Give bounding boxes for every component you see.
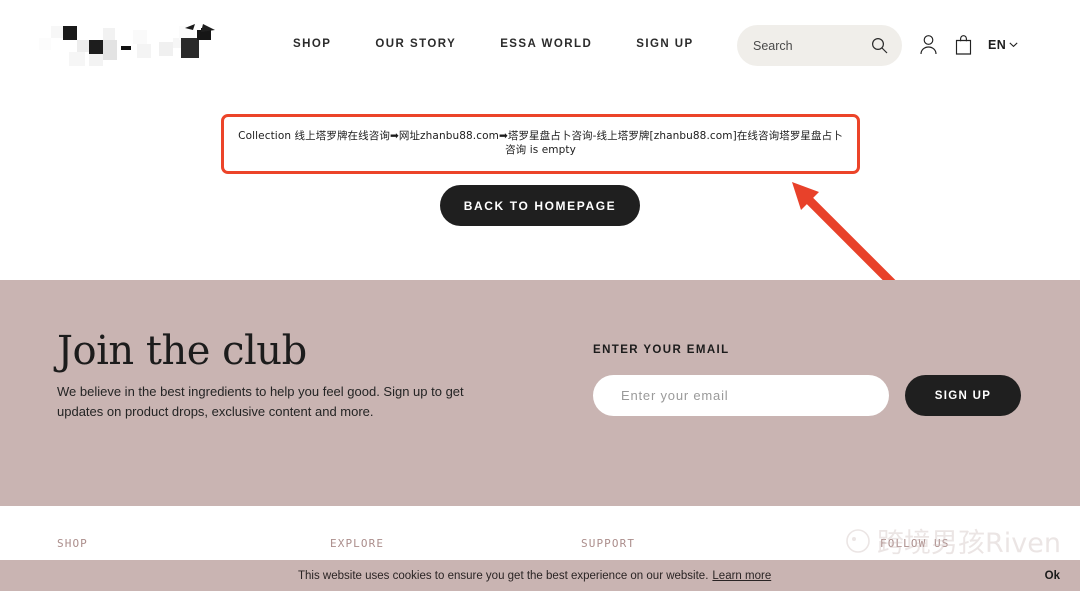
cookie-message: This website uses cookies to ensure you … (298, 569, 709, 582)
empty-collection-notice: Collection 线上塔罗牌在线咨询➡网址zhanbu88.com➡塔罗星盘… (221, 114, 860, 174)
shopping-bag-icon[interactable] (954, 34, 973, 60)
nav-item-sign-up[interactable]: SIGN UP (636, 38, 693, 50)
back-to-homepage-button[interactable]: BACK TO HOMEPAGE (440, 185, 640, 226)
page-root: SHOP OUR STORY ESSA WORLD SIGN UP Search… (0, 0, 1080, 591)
language-label: EN (988, 38, 1007, 52)
nav-item-essa-world[interactable]: ESSA WORLD (500, 38, 592, 50)
language-selector[interactable]: EN (988, 38, 1018, 52)
email-input[interactable] (593, 375, 889, 416)
footer-heading-shop[interactable]: SHOP (57, 537, 88, 550)
search-box[interactable] (737, 25, 902, 66)
empty-collection-message: Collection 线上塔罗牌在线咨询➡网址zhanbu88.com➡塔罗星盘… (238, 130, 843, 156)
cookie-accept-button[interactable]: Ok (1045, 570, 1060, 582)
footer-heading-follow-us[interactable]: FOLLOW US (880, 537, 950, 550)
chevron-down-icon (1009, 42, 1018, 48)
site-logo[interactable] (33, 16, 225, 78)
footer-heading-support[interactable]: SUPPORT (581, 537, 635, 550)
email-field-label: ENTER YOUR EMAIL (593, 344, 730, 356)
site-header: SHOP OUR STORY ESSA WORLD SIGN UP Search… (0, 0, 1080, 92)
cookie-learn-more-link[interactable]: Learn more (712, 570, 771, 582)
account-icon[interactable] (919, 34, 938, 60)
footer-heading-explore[interactable]: EXPLORE (330, 537, 384, 550)
newsletter-title: Join the club (57, 328, 307, 374)
cookie-message-wrap: This website uses cookies to ensure you … (298, 570, 771, 582)
newsletter-section: Join the club We believe in the best ing… (0, 280, 1080, 506)
logo-mosaic-icon (39, 22, 215, 66)
main-nav: SHOP OUR STORY ESSA WORLD SIGN UP (293, 38, 694, 50)
cookie-banner: This website uses cookies to ensure you … (0, 560, 1080, 591)
search-icon[interactable] (871, 37, 888, 59)
nav-item-our-story[interactable]: OUR STORY (375, 38, 456, 50)
newsletter-signup-button[interactable]: SIGN UP (905, 375, 1021, 416)
search-input[interactable] (753, 38, 853, 53)
nav-item-shop[interactable]: SHOP (293, 38, 331, 50)
newsletter-copy: We believe in the best ingredients to he… (57, 384, 464, 419)
